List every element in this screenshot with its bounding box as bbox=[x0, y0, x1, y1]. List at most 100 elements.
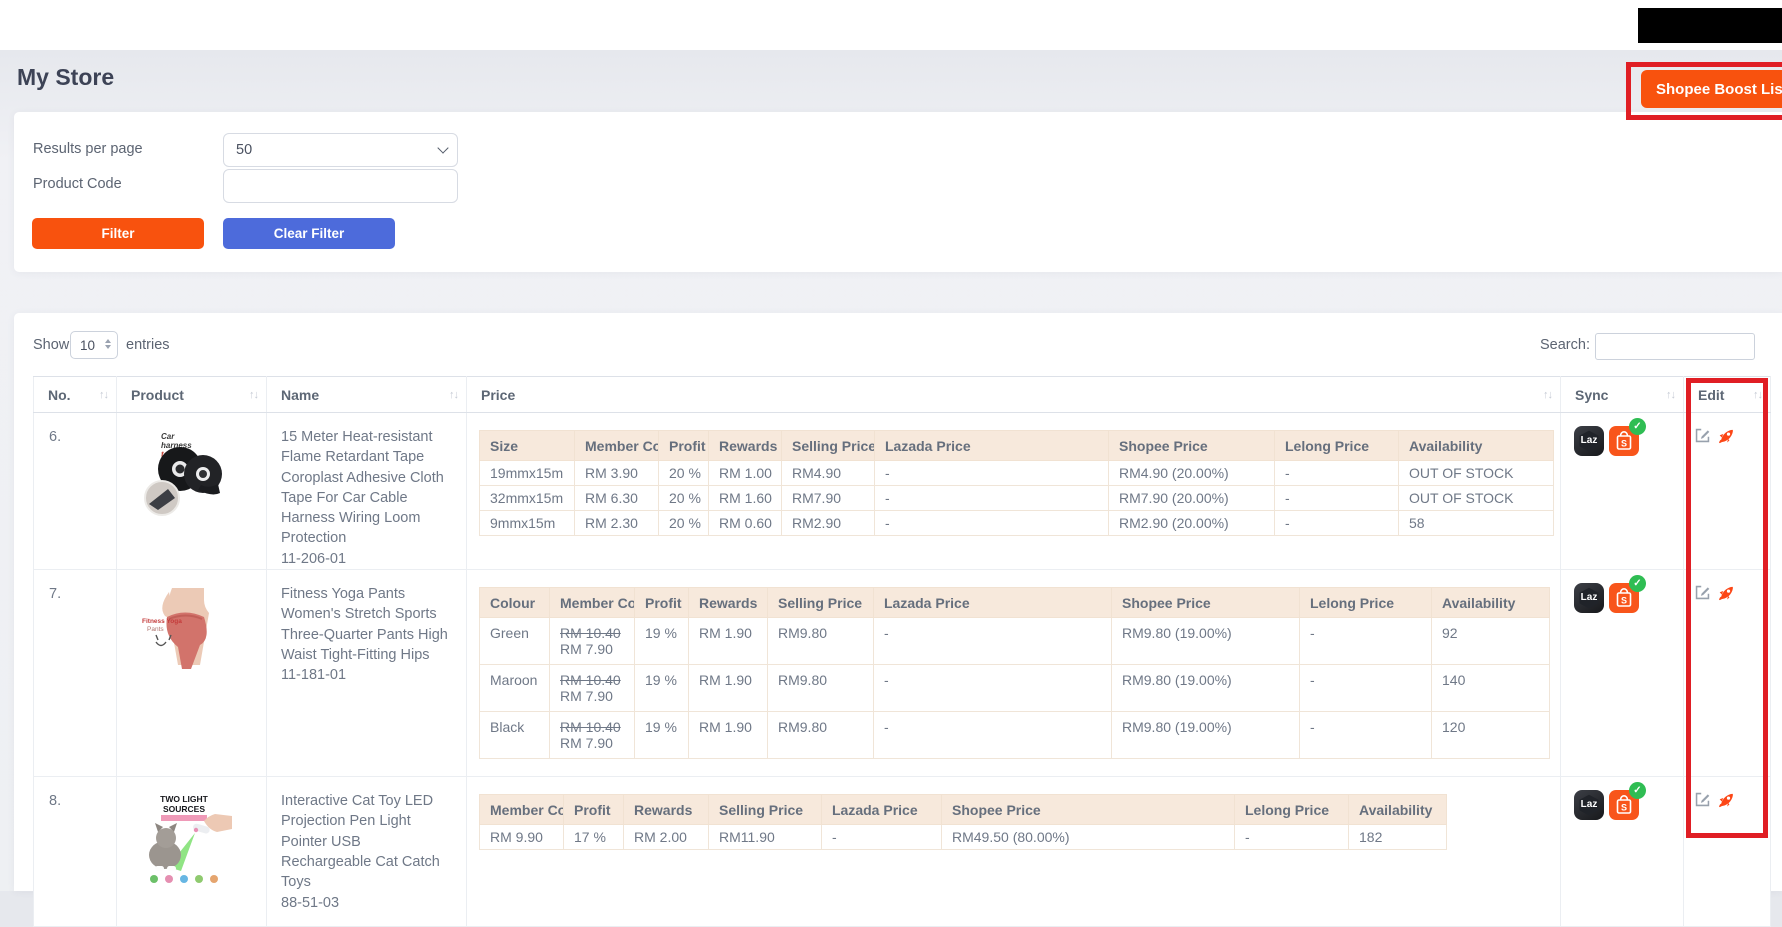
price-value-cell: - bbox=[1234, 824, 1349, 851]
edit-cell bbox=[1683, 776, 1771, 927]
price-value-cell: RM 9.90 bbox=[479, 824, 564, 851]
price-value-cell: 182 bbox=[1348, 824, 1447, 851]
price-column-header: Lazada Price bbox=[874, 430, 1109, 461]
lazada-label: Laz bbox=[1580, 435, 1598, 446]
price-value-cell: - bbox=[874, 510, 1109, 536]
price-value-cell: RM7.90 (20.00%) bbox=[1108, 485, 1275, 511]
price-value-cell: 19 % bbox=[634, 711, 689, 760]
rocket-boost-icon[interactable] bbox=[1717, 584, 1735, 606]
shopee-sync-icon[interactable]: S bbox=[1609, 782, 1646, 821]
lazada-sync-icon[interactable]: Laz bbox=[1574, 583, 1604, 614]
price-value-cell: - bbox=[1299, 617, 1432, 666]
results-per-page-select[interactable]: 50 bbox=[223, 133, 458, 167]
product-code: 11-181-01 bbox=[281, 667, 347, 684]
sync-success-check-badge bbox=[1629, 782, 1646, 800]
price-value-cell: RM7.90 bbox=[781, 485, 875, 511]
price-value-cell: RM9.80 (19.00%) bbox=[1111, 617, 1300, 666]
rocket-boost-icon[interactable] bbox=[1717, 427, 1735, 449]
edit-icon[interactable] bbox=[1694, 427, 1711, 448]
redacted-account-area bbox=[1638, 8, 1782, 43]
edit-cell bbox=[1683, 569, 1771, 778]
column-header-sync[interactable]: Sync bbox=[1560, 376, 1684, 413]
column-header-no[interactable]: No. bbox=[33, 376, 117, 413]
clear-filter-button[interactable]: Clear Filter bbox=[223, 218, 395, 249]
price-value-cell: - bbox=[873, 711, 1112, 760]
price-value-cell: 58 bbox=[1398, 510, 1554, 536]
svg-text:S: S bbox=[1621, 803, 1627, 813]
search-input[interactable] bbox=[1595, 333, 1755, 360]
price-sub-table-body: 19mmx15m RM 3.90 20 % RM 1.00 RM4.90- RM4.90 … bbox=[479, 460, 1554, 536]
sync-cell: Laz S bbox=[1560, 569, 1684, 778]
price-column-header: Rewards bbox=[688, 587, 768, 619]
price-value-cell: 19 % bbox=[634, 617, 689, 666]
shopee-sync-icon[interactable]: S bbox=[1609, 575, 1646, 614]
header-row: No. Product Name Price Sync Edit bbox=[33, 376, 1771, 413]
shopee-sync-icon[interactable]: S bbox=[1609, 418, 1646, 456]
price-value-cell: - bbox=[873, 617, 1112, 666]
price-value-cell: RM49.50 (80.00%) bbox=[941, 824, 1235, 851]
sync-success-check-badge bbox=[1629, 575, 1646, 593]
sort-icon[interactable] bbox=[1753, 389, 1762, 401]
product-name-cell: Fitness Yoga Pants Women's Stretch Sport… bbox=[266, 569, 467, 778]
column-header-edit[interactable]: Edit bbox=[1683, 376, 1771, 413]
price-sub-table: SizeMember CostProfitRewardsSelling Pric… bbox=[479, 430, 1554, 536]
price-value-cell: RM 0.60 bbox=[708, 510, 782, 536]
sort-icon[interactable] bbox=[1666, 389, 1675, 401]
results-per-page-select-wrap: 50 bbox=[223, 133, 458, 167]
sort-icon[interactable] bbox=[99, 389, 108, 401]
price-header-row: SizeMember CostProfitRewardsSelling Pric… bbox=[479, 430, 1554, 461]
row-number-cell: 7. bbox=[33, 569, 117, 778]
sort-icon[interactable] bbox=[249, 389, 258, 401]
price-sub-table: Member CostProfitRewardsSelling PriceLaz… bbox=[479, 794, 1447, 851]
entries-select[interactable]: 10 bbox=[70, 331, 118, 359]
price-value-cell: RM11.90 bbox=[708, 824, 822, 851]
results-per-page-label: Results per page bbox=[33, 141, 143, 157]
sort-icon[interactable] bbox=[449, 389, 458, 401]
edit-icon[interactable] bbox=[1694, 791, 1711, 812]
entries-label: entries bbox=[126, 337, 170, 353]
price-column-header: Availability bbox=[1348, 794, 1447, 826]
column-header-price[interactable]: Price bbox=[466, 376, 1561, 413]
price-header-row: ColourMember CostProfitRewardsSelling Pr… bbox=[479, 587, 1550, 619]
lazada-sync-icon[interactable]: Laz bbox=[1574, 790, 1604, 821]
price-value-cell: 9mmx15m bbox=[479, 510, 575, 536]
shopee-boost-list-button[interactable]: Shopee Boost List bbox=[1641, 70, 1782, 108]
column-header-name[interactable]: Name bbox=[266, 376, 467, 413]
price-column-header: Shopee Price bbox=[1108, 430, 1275, 461]
price-value-cell: RM9.80 bbox=[767, 664, 874, 713]
column-header-product[interactable]: Product bbox=[116, 376, 267, 413]
price-value-cell: RM 2.30 bbox=[574, 510, 659, 536]
price-value-cell: Maroon bbox=[479, 664, 550, 713]
rocket-boost-icon[interactable] bbox=[1717, 791, 1735, 813]
price-column-header: Rewards bbox=[708, 430, 782, 461]
price-column-header: Lazada Price bbox=[873, 587, 1112, 619]
sort-icon[interactable] bbox=[1543, 389, 1552, 401]
price-value-cell: RM4.90 (20.00%) bbox=[1108, 460, 1275, 486]
product-code-input[interactable] bbox=[223, 169, 458, 203]
current-price: RM 7.90 bbox=[560, 735, 613, 752]
price-column-header: Lelong Price bbox=[1274, 430, 1399, 461]
lazada-label: Laz bbox=[1580, 592, 1598, 604]
price-value-cell: RM 10.40 RM 7.90 bbox=[549, 664, 635, 713]
svg-text:TWO LIGHT: TWO LIGHT bbox=[160, 794, 208, 804]
entries-select-wrap: 10 bbox=[70, 331, 118, 359]
price-row: Black RM 10.40 RM 7.90 19 % RM 1.90 RM9.80- RM… bbox=[479, 711, 1550, 760]
product-code-label: Product Code bbox=[33, 176, 122, 192]
price-column-header: Colour bbox=[479, 587, 550, 619]
filter-button[interactable]: Filter bbox=[32, 218, 204, 249]
price-value-cell: RM9.80 bbox=[767, 711, 874, 760]
price-cell: Member CostProfitRewardsSelling PriceLaz… bbox=[466, 776, 1561, 927]
edit-icon[interactable] bbox=[1694, 584, 1711, 605]
price-column-header: Profit bbox=[658, 430, 709, 461]
price-value-cell: 19mmx15m bbox=[479, 460, 575, 486]
price-value-cell: - bbox=[1274, 510, 1399, 536]
price-column-header: Profit bbox=[563, 794, 624, 826]
price-row: RM 9.90 17 % RM 2.00 RM11.90- RM49.50 (80.00… bbox=[479, 824, 1447, 851]
price-value-cell: 20 % bbox=[658, 485, 709, 511]
row-number-cell: 6. bbox=[33, 412, 117, 571]
price-value-cell: RM 1.90 bbox=[688, 664, 768, 713]
lazada-sync-icon[interactable]: Laz bbox=[1574, 426, 1604, 456]
price-value-cell: 92 bbox=[1431, 617, 1550, 666]
lazada-label: Laz bbox=[1580, 799, 1598, 811]
product-row: 6. Car harness tape 15 Meter Heat-resist… bbox=[33, 412, 1771, 571]
